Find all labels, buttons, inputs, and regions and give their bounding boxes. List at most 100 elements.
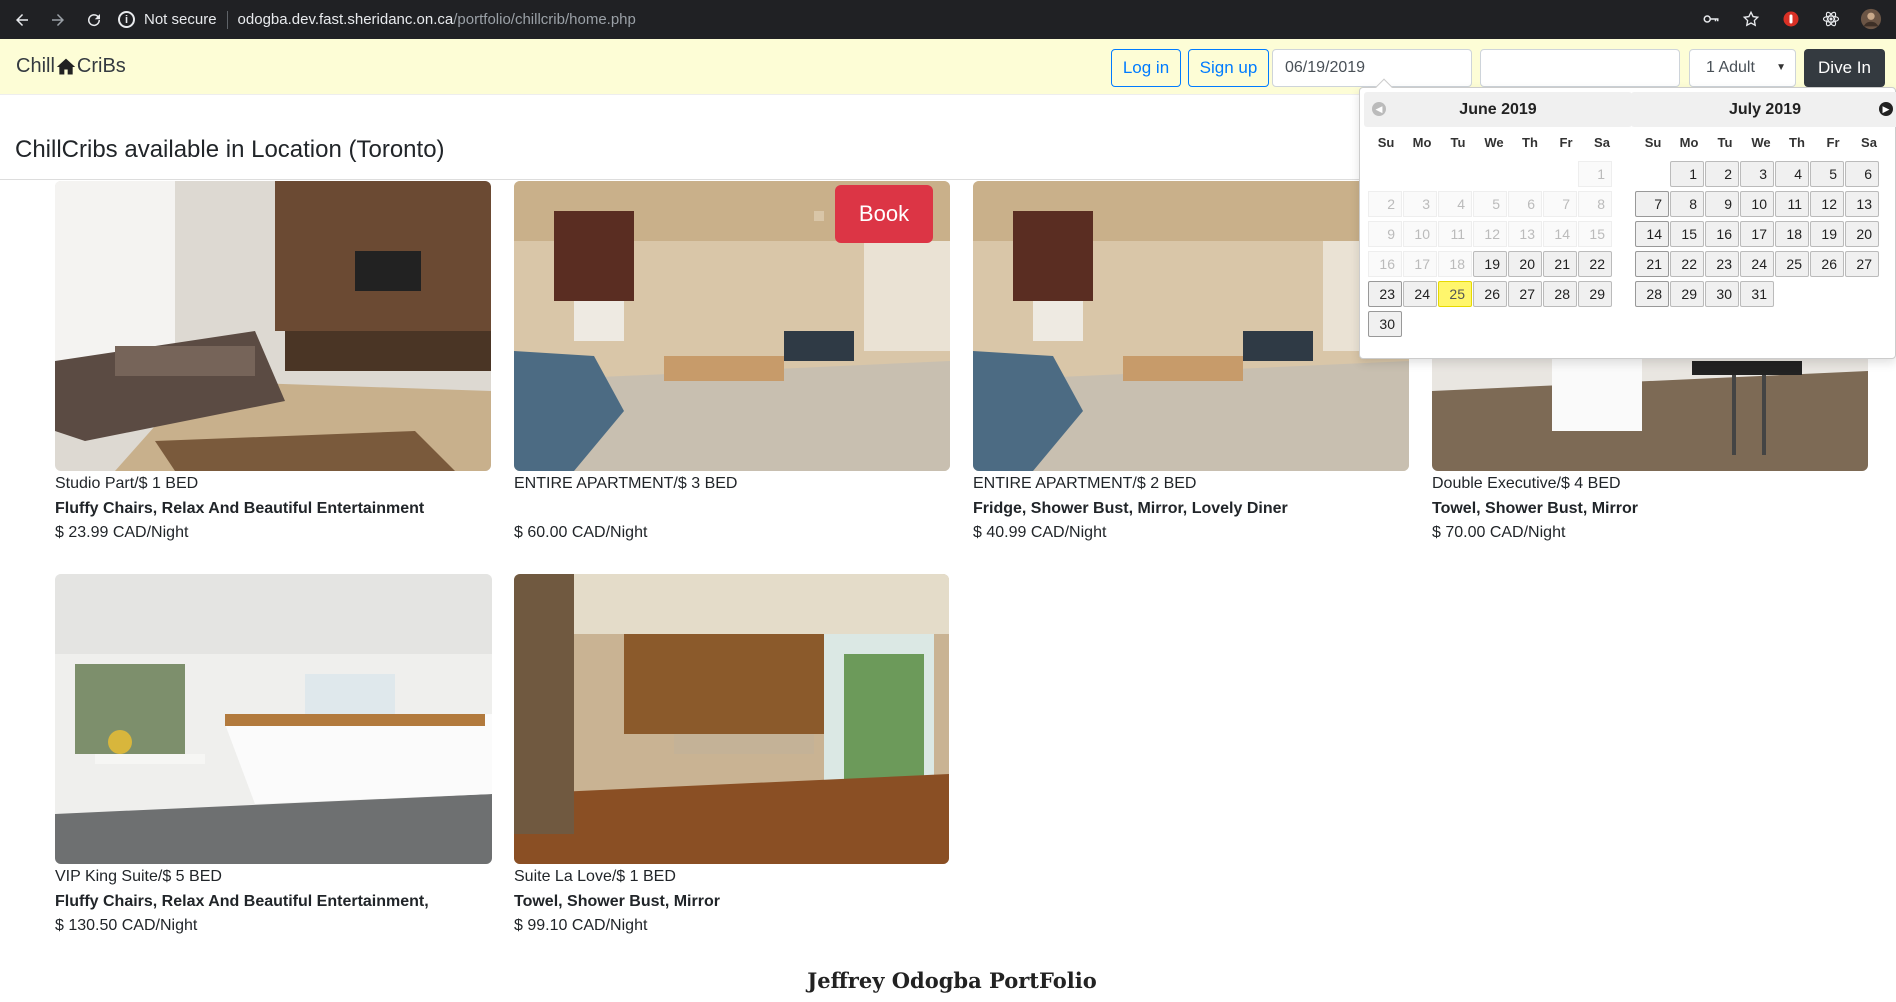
calendar-day[interactable]: 19	[1810, 221, 1844, 247]
calendar-empty-cell	[1473, 311, 1507, 337]
calendar-day[interactable]: 6	[1845, 161, 1879, 187]
weekday-label: Th	[1522, 135, 1538, 150]
extension-red-icon[interactable]	[1780, 8, 1802, 30]
calendar-day[interactable]: 24	[1403, 281, 1437, 307]
listing-card[interactable]: VIP King Suite/$ 5 BED Fluffy Chairs, Re…	[55, 574, 492, 938]
url-path: /portfolio/chillcrib/home.php	[453, 11, 636, 28]
next-month-icon[interactable]: ▶	[1879, 102, 1893, 116]
calendar-day[interactable]: 30	[1368, 311, 1402, 337]
listing-type: ENTIRE APARTMENT/$ 3 BED	[514, 475, 738, 492]
calendar-day[interactable]: 28	[1635, 281, 1669, 307]
calendar-day[interactable]: 23	[1368, 281, 1402, 307]
calendar-day[interactable]: 29	[1578, 281, 1612, 307]
calendar-empty-cell	[1543, 161, 1577, 187]
calendar-day[interactable]: 22	[1578, 251, 1612, 277]
calendar-day[interactable]: 31	[1740, 281, 1774, 307]
back-icon[interactable]	[8, 6, 36, 34]
calendar-empty-cell	[1810, 281, 1844, 307]
forward-icon[interactable]	[44, 6, 72, 34]
calendar-day[interactable]: 9	[1705, 191, 1739, 217]
dive-in-button[interactable]: Dive In	[1804, 49, 1885, 87]
calendar-day[interactable]: 27	[1845, 251, 1879, 277]
listing-amenities: Towel, Shower Bust, Mirror	[514, 893, 720, 910]
calendar-day[interactable]: 3	[1740, 161, 1774, 187]
listing-photo[interactable]	[55, 574, 492, 864]
month-grid: 1 2 3 4 5 6 7 8 9 10 11 12 13 14 15 16 17 18 19 20 21 22 23 24 2…	[1631, 161, 1896, 307]
calendar-day[interactable]: 21	[1635, 251, 1669, 277]
calendar-day[interactable]: 21	[1543, 251, 1577, 277]
book-button[interactable]: Book	[835, 185, 933, 243]
footer-title: Jeffrey Odogba PortFolio	[807, 968, 1097, 993]
calendar-day[interactable]: 29	[1670, 281, 1704, 307]
calendar-day[interactable]: 11	[1775, 191, 1809, 217]
info-icon[interactable]: i	[118, 11, 135, 28]
listing-card[interactable]: ENTIRE APARTMENT/$ 2 BED Fridge, Shower …	[973, 181, 1409, 545]
calendar-day[interactable]: 7	[1635, 191, 1669, 217]
profile-avatar[interactable]	[1860, 8, 1882, 30]
key-icon[interactable]	[1700, 8, 1722, 30]
address-bar[interactable]: i Not secure odogba.dev.fast.sheridanc.o…	[118, 5, 636, 34]
weekday-label: Fr	[1826, 135, 1840, 150]
checkout-date-input[interactable]	[1480, 49, 1680, 87]
calendar-day[interactable]: 24	[1740, 251, 1774, 277]
extension-react-icon[interactable]	[1820, 8, 1842, 30]
calendar-day[interactable]: 27	[1508, 281, 1542, 307]
reload-icon[interactable]	[80, 6, 108, 34]
calendar-day[interactable]: 25	[1438, 281, 1472, 307]
calendar-day[interactable]: 12	[1810, 191, 1844, 217]
calendar-day: 9	[1368, 221, 1402, 247]
calendar-day: 6	[1508, 191, 1542, 217]
listing-card[interactable]: Book ENTIRE APARTMENT/$ 3 BED $ 60.00 CA…	[514, 181, 950, 545]
listing-photo[interactable]: Book	[514, 181, 950, 471]
listing-photo[interactable]	[514, 574, 949, 864]
calendar-day[interactable]: 26	[1810, 251, 1844, 277]
calendar-week: 23 24 25 26 27 28 29	[1364, 281, 1632, 307]
listing-photo[interactable]	[55, 181, 491, 471]
calendar-empty-cell	[1845, 281, 1879, 307]
bookmark-star-icon[interactable]	[1740, 8, 1762, 30]
calendar-day[interactable]: 13	[1845, 191, 1879, 217]
calendar-day[interactable]: 8	[1670, 191, 1704, 217]
brand-text-left: Chill	[16, 55, 55, 77]
calendar-day[interactable]: 22	[1670, 251, 1704, 277]
weekday-row: Su Mo Tu We Th Fr Sa	[1364, 135, 1632, 157]
divider	[226, 10, 228, 29]
signup-button[interactable]: Sign up	[1188, 49, 1269, 87]
calendar-day[interactable]: 28	[1543, 281, 1577, 307]
calendar-day[interactable]: 1	[1670, 161, 1704, 187]
calendar-empty-cell	[1438, 311, 1472, 337]
login-button[interactable]: Log in	[1111, 49, 1181, 87]
checkin-date-input[interactable]: 06/19/2019	[1272, 49, 1472, 87]
listing-card[interactable]: Studio Part/$ 1 BED Fluffy Chairs, Relax…	[55, 181, 491, 545]
weekday-label: Tu	[1717, 135, 1733, 150]
guests-select[interactable]: 1 Adult ▼	[1689, 49, 1796, 87]
calendar-day[interactable]: 2	[1705, 161, 1739, 187]
calendar-day[interactable]: 4	[1775, 161, 1809, 187]
listing-amenities: Fluffy Chairs, Relax And Beautiful Enter…	[55, 893, 429, 910]
weekday-label: Su	[1644, 135, 1662, 150]
calendar-day[interactable]: 26	[1473, 281, 1507, 307]
calendar-day[interactable]: 25	[1775, 251, 1809, 277]
calendar-day[interactable]: 10	[1740, 191, 1774, 217]
month-grid: 1 2 3 4 5 6 7 8 9 10 11 12 13 14 15 16 17 18 19 20 21 22 23 24 2…	[1364, 161, 1632, 337]
calendar-day[interactable]: 20	[1508, 251, 1542, 277]
listing-card[interactable]: Suite La Love/$ 1 BED Towel, Shower Bust…	[514, 574, 949, 938]
date-picker-popup: ◀ June 2019 Su Mo Tu We Th Fr Sa 1 2 3 4 5 6 7 8 9 10 11…	[1359, 78, 1896, 359]
calendar-day: 15	[1578, 221, 1612, 247]
calendar-day[interactable]: 19	[1473, 251, 1507, 277]
calendar-day[interactable]: 30	[1705, 281, 1739, 307]
calendar-day[interactable]: 18	[1775, 221, 1809, 247]
calendar-empty-cell	[1543, 311, 1577, 337]
calendar-day[interactable]: 20	[1845, 221, 1879, 247]
calendar-day[interactable]: 15	[1670, 221, 1704, 247]
calendar-day[interactable]: 17	[1740, 221, 1774, 247]
calendar-day[interactable]: 23	[1705, 251, 1739, 277]
calendar-day[interactable]: 16	[1705, 221, 1739, 247]
listing-amenities	[514, 496, 950, 521]
listing-photo[interactable]	[973, 181, 1409, 471]
brand-logo[interactable]: Chill CriBs	[16, 55, 126, 78]
browser-toolbar: i Not secure odogba.dev.fast.sheridanc.o…	[0, 0, 1896, 39]
previous-month-icon[interactable]: ◀	[1372, 102, 1386, 116]
calendar-day[interactable]: 5	[1810, 161, 1844, 187]
calendar-day[interactable]: 14	[1635, 221, 1669, 247]
